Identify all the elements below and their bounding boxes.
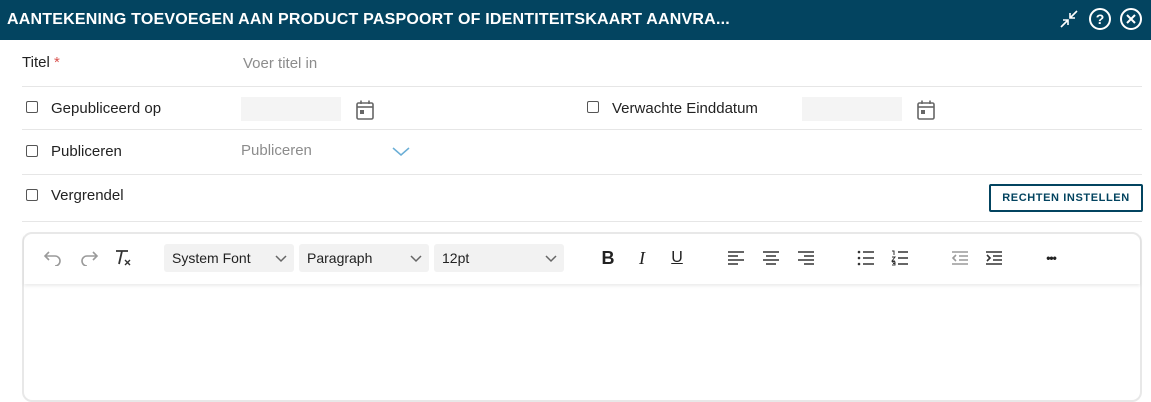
calendar-icon[interactable] xyxy=(916,99,936,121)
close-icon[interactable] xyxy=(1119,7,1143,31)
clear-formatting-icon[interactable] xyxy=(111,246,135,270)
editor-content-area[interactable] xyxy=(24,284,1140,400)
chevron-down-icon[interactable] xyxy=(392,144,410,162)
chevron-down-icon xyxy=(544,251,558,268)
title-input[interactable]: Voer titel in xyxy=(243,55,317,72)
title-row: Titel * Voer titel in xyxy=(22,40,1142,87)
bullet-list-icon[interactable] xyxy=(854,246,878,270)
chevron-down-icon xyxy=(409,251,423,268)
font-size-select[interactable]: 12pt xyxy=(434,244,564,272)
editor-toolbar: System Font Paragraph 12pt B I U ••• xyxy=(24,234,1140,284)
publish-row: Publiceren Publiceren xyxy=(22,130,1142,175)
help-icon[interactable]: ? xyxy=(1088,7,1112,31)
lock-label: Vergrendel xyxy=(51,187,124,204)
expected-end-date-input[interactable] xyxy=(802,97,902,121)
published-label: Gepubliceerd op xyxy=(51,100,162,117)
required-mark: * xyxy=(53,54,60,71)
align-left-icon[interactable] xyxy=(724,246,748,270)
publish-checkbox[interactable] xyxy=(26,145,38,157)
align-right-icon[interactable] xyxy=(794,246,818,270)
italic-button[interactable]: I xyxy=(630,246,654,270)
expected-end-label: Verwachte Einddatum xyxy=(612,100,758,117)
chevron-down-icon xyxy=(274,251,288,268)
title-label: Titel * xyxy=(22,54,60,71)
font-family-select[interactable]: System Font xyxy=(164,244,294,272)
bold-button[interactable]: B xyxy=(596,246,620,270)
underline-button[interactable]: U xyxy=(665,246,689,270)
indent-icon[interactable] xyxy=(982,246,1006,270)
rich-text-editor[interactable]: System Font Paragraph 12pt B I U ••• xyxy=(22,232,1142,402)
set-rights-button[interactable]: RECHTEN INSTELLEN xyxy=(989,184,1143,212)
published-checkbox[interactable] xyxy=(26,101,38,113)
calendar-icon[interactable] xyxy=(355,99,375,121)
numbered-list-icon[interactable] xyxy=(888,246,912,270)
more-options-button[interactable]: ••• xyxy=(1039,246,1063,270)
minimize-icon[interactable] xyxy=(1057,7,1081,31)
lock-row: Vergrendel xyxy=(22,175,1142,222)
published-date-input[interactable] xyxy=(241,97,341,121)
block-format-select[interactable]: Paragraph xyxy=(299,244,429,272)
dates-row: Gepubliceerd op Verwachte Einddatum xyxy=(22,87,1142,130)
lock-checkbox[interactable] xyxy=(26,189,38,201)
dialog-title: AANTEKENING TOEVOEGEN AAN PRODUCT PASPOO… xyxy=(7,11,730,28)
outdent-icon[interactable] xyxy=(948,246,972,270)
expected-end-checkbox[interactable] xyxy=(587,101,599,113)
publish-select[interactable]: Publiceren xyxy=(241,142,312,159)
redo-icon[interactable] xyxy=(77,246,101,270)
align-center-icon[interactable] xyxy=(759,246,783,270)
help-glyph: ? xyxy=(1089,8,1111,30)
undo-icon[interactable] xyxy=(41,246,65,270)
publish-label: Publiceren xyxy=(51,143,122,160)
dialog-header: AANTEKENING TOEVOEGEN AAN PRODUCT PASPOO… xyxy=(0,0,1151,40)
